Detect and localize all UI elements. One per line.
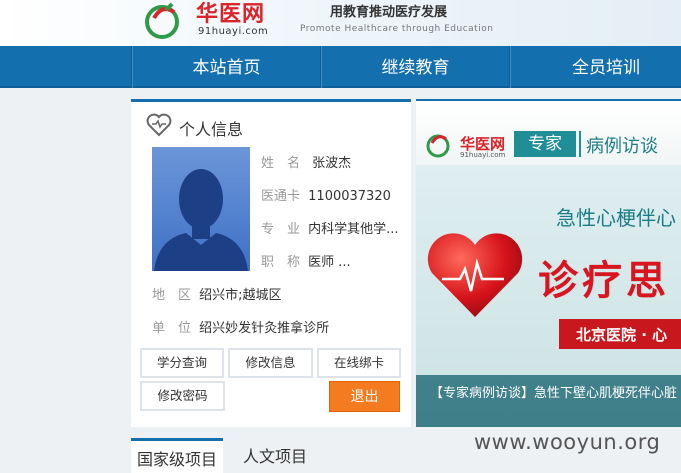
logo-icon xyxy=(145,2,179,39)
banner-headline: 急性心梗伴心 xyxy=(556,206,676,230)
logo-text-cn: 华医网 xyxy=(196,2,266,27)
field-card-number: 医通卡 1100037320 xyxy=(261,185,391,204)
nav-item-continuing-education[interactable]: 继续教育 xyxy=(322,46,509,88)
banner-caption[interactable]: 【专家病例访谈】急性下壁心肌梗死伴心脏 xyxy=(430,382,677,401)
bind-card-button[interactable]: 在线绑卡 xyxy=(317,348,401,378)
avatar xyxy=(152,147,250,271)
banner-bar-text: 北京医院 · 心 xyxy=(576,326,668,344)
field-label: 职 称 xyxy=(261,255,301,270)
logout-button[interactable]: 退出 xyxy=(329,381,400,412)
watermark: www.wooyun.org xyxy=(474,430,661,454)
banner-type-label: 病例访谈 xyxy=(586,136,658,157)
field-value: 绍兴市;越城区 xyxy=(199,288,282,303)
field-label: 单 位 xyxy=(152,321,192,336)
slogan-cn: 用教育推动医疗发展 xyxy=(330,5,448,20)
logo-text-en: 91huayi.com xyxy=(198,26,269,37)
slogan-en: Promote Healthcare through Education xyxy=(300,24,494,34)
user-silhouette-icon xyxy=(154,169,248,271)
site-logo[interactable]: 华医网 91huayi.com xyxy=(140,0,290,44)
banner-expert-tag: 专家 xyxy=(514,131,576,157)
field-region: 地 区 绍兴市;越城区 xyxy=(152,284,282,303)
heart-ecg-icon xyxy=(427,233,523,317)
field-name: 姓 名 张波杰 xyxy=(261,152,351,171)
field-value: 医师 ... xyxy=(308,255,351,270)
tab-humanities-projects[interactable]: 人文项目 xyxy=(237,438,313,473)
field-value: 张波杰 xyxy=(312,156,352,171)
nav-item-staff-training[interactable]: 全员培训 xyxy=(511,46,681,88)
tab-national-projects[interactable]: 国家级项目 xyxy=(131,438,224,473)
promo-banner[interactable]: 华医网 91huayi.com 专家 病例访谈 急性心梗伴心 诊疗思 北京医院 … xyxy=(416,99,681,427)
heart-icon xyxy=(146,113,172,137)
field-label: 姓 名 xyxy=(261,156,301,171)
field-value: 内科学其他学... xyxy=(308,222,399,237)
nav-item-home[interactable]: 本站首页 xyxy=(133,46,320,88)
field-label: 地 区 xyxy=(152,288,192,303)
field-label: 医通卡 xyxy=(261,189,301,204)
profile-title: 个人信息 xyxy=(179,120,244,139)
site-header: 华医网 91huayi.com 用教育推动医疗发展 Promote Health… xyxy=(0,0,681,46)
banner-logo-icon xyxy=(426,134,450,158)
credits-query-button[interactable]: 学分查询 xyxy=(140,348,224,378)
field-specialty: 专 业 内科学其他学... xyxy=(261,218,399,237)
change-password-button[interactable]: 修改密码 xyxy=(140,381,225,411)
banner-divider xyxy=(579,131,581,157)
field-value: 1100037320 xyxy=(308,189,391,204)
edit-info-button[interactable]: 修改信息 xyxy=(228,348,313,378)
field-title: 职 称 医师 ... xyxy=(261,251,351,270)
banner-big-text: 诊疗思 xyxy=(538,258,670,304)
field-label: 专 业 xyxy=(261,222,301,237)
field-employer: 单 位 绍兴妙发针灸推拿诊所 xyxy=(152,317,329,336)
banner-logo-en: 91huayi.com xyxy=(460,151,506,159)
profile-card: 个人信息 姓 名 张波杰 医通卡 1100037320 专 业 内科学其他学..… xyxy=(131,99,411,427)
field-value: 绍兴妙发针灸推拿诊所 xyxy=(199,321,330,336)
main-nav: 本站首页 继续教育 全员培训 xyxy=(0,46,681,88)
